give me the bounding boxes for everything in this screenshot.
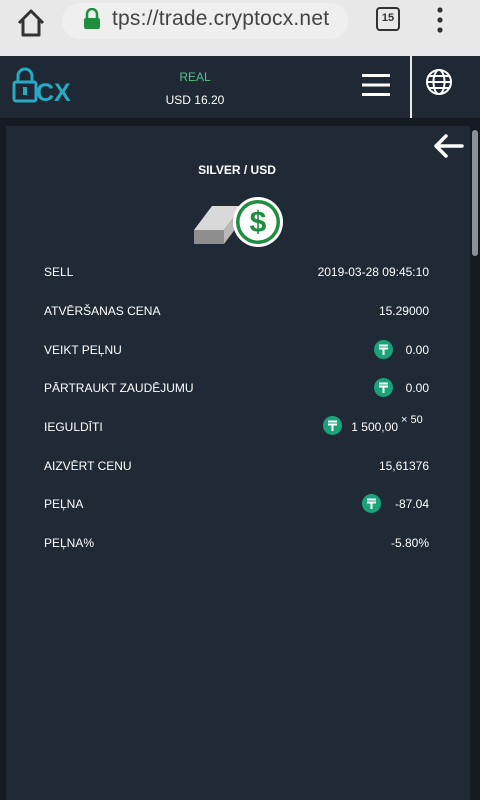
- currency-t-icon: [374, 340, 393, 359]
- instrument-title: SILVER / USD: [198, 163, 276, 177]
- hamburger-menu-icon[interactable]: [362, 73, 392, 97]
- open-price-value: 15.29000: [378, 304, 429, 318]
- profit-label: PEĻNA: [44, 497, 84, 511]
- app-header: CX REAL USD 16.20: [0, 56, 480, 118]
- stop-loss-value: 0.00: [405, 381, 429, 395]
- header-divider: [410, 56, 412, 118]
- currency-t-icon: [323, 416, 342, 435]
- profit-percent-label: PEĻNA%: [44, 536, 95, 550]
- overflow-menu-icon[interactable]: [434, 5, 446, 35]
- svg-text:$: $: [250, 206, 267, 239]
- stop-loss-label: PĀRTRAUKT ZAUDĒJUMU: [44, 381, 194, 395]
- invested-value: 1 500,00: [351, 420, 398, 434]
- home-icon[interactable]: [14, 6, 48, 40]
- take-profit-value: 0.00: [405, 343, 429, 357]
- close-price-label: AIZVĒRT CENU: [44, 459, 132, 473]
- trade-direction-label: SELL: [44, 265, 74, 279]
- account-balance: USD 16.20: [165, 93, 225, 107]
- tab-switcher-button[interactable]: 15: [376, 7, 400, 31]
- invested-label: IEGULDĪTI: [44, 420, 103, 434]
- silver-bar-dollar-icon: $: [186, 192, 286, 252]
- svg-text:CX: CX: [36, 79, 71, 107]
- lock-icon: [82, 7, 102, 30]
- account-type-label: REAL: [179, 70, 211, 84]
- browser-toolbar: tps://trade.cryptocx.net 15: [0, 0, 480, 56]
- currency-t-icon: [374, 378, 393, 397]
- profit-value: -87.04: [394, 497, 429, 511]
- language-globe-icon[interactable]: [425, 68, 453, 96]
- open-price-label: ATVĒRŠANAS CENA: [44, 304, 161, 318]
- scrollbar-thumb[interactable]: [472, 130, 478, 256]
- leverage-multiplier: × 50: [401, 414, 423, 426]
- take-profit-label: VEIKT PEĻNU: [44, 343, 122, 357]
- back-arrow-icon[interactable]: [432, 132, 466, 160]
- trade-open-time: 2019-03-28 09:45:10: [317, 265, 429, 279]
- currency-t-icon: [362, 494, 381, 513]
- profit-percent-value: -5.80%: [390, 536, 429, 550]
- close-price-value: 15,61376: [378, 459, 429, 473]
- cryptocx-logo[interactable]: CX: [12, 64, 74, 110]
- url-text[interactable]: tps://trade.cryptocx.net: [112, 7, 329, 31]
